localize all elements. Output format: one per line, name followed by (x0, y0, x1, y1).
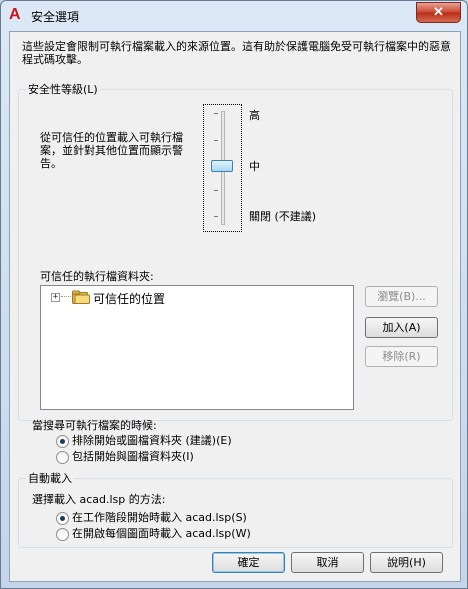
autoload-group-label: 自動載入 (26, 472, 74, 485)
description-text: 這些設定會限制可執行檔案載入的來源位置。這有助於保護電腦免受可執行檔案中的惡意程… (22, 40, 451, 66)
search-label: 當搜尋可執行檔案的時候: (32, 419, 157, 432)
trusted-folders-label: 可信任的執行檔資料夾: (40, 270, 154, 283)
security-level-label: 安全性等級(L) (26, 83, 100, 96)
autocad-icon: A (9, 6, 21, 23)
include-folders-label[interactable]: 包括開始與圖檔資料夾(I) (72, 450, 194, 463)
load-at-session-radio[interactable] (56, 512, 69, 525)
load-each-drawing-radio[interactable] (56, 528, 69, 541)
slider-tick (214, 113, 218, 114)
autoload-label: 選擇載入 acad.lsp 的方法: (32, 493, 166, 506)
add-button[interactable]: 加入(A) (365, 317, 438, 338)
folder-icon (72, 290, 90, 304)
security-explanation: 從可信任的位置載入可執行檔案，並針對其他位置而顯示警告。 (40, 131, 183, 170)
cancel-button[interactable]: 取消 (291, 552, 364, 573)
tree-expand-icon[interactable]: + (51, 293, 60, 302)
remove-button[interactable]: 移除(R) (365, 346, 438, 367)
help-button[interactable]: 說明(H) (370, 552, 443, 573)
slider-tick (214, 216, 218, 217)
trusted-folders-list[interactable]: + 可信任的位置 (40, 285, 354, 410)
ok-button[interactable]: 確定 (212, 552, 285, 573)
exclude-folders-label[interactable]: 排除開始或圖檔資料夾 (建議)(E) (72, 434, 232, 447)
close-button[interactable]: ✕ (416, 2, 461, 23)
security-level-slider[interactable] (203, 104, 242, 232)
level-medium-label: 中 (249, 160, 260, 173)
dialog-window: A 安全選項 ✕ 這些設定會限制可執行檔案載入的來源位置。這有助於保護電腦免受可… (0, 0, 468, 589)
slider-tick (214, 140, 218, 141)
tree-item-trusted-locations[interactable]: 可信任的位置 (93, 290, 165, 307)
slider-thumb[interactable] (211, 160, 233, 172)
include-folders-radio[interactable] (56, 451, 69, 464)
tree-connector (61, 296, 71, 297)
level-off-label: 關閉 (不建議) (249, 210, 317, 223)
level-high-label: 高 (249, 109, 260, 122)
browse-button[interactable]: 瀏覽(B)... (365, 286, 438, 307)
exclude-folders-radio[interactable] (56, 435, 69, 448)
window-title: 安全選項 (31, 10, 80, 24)
load-each-drawing-label[interactable]: 在開啟每個圖面時載入 acad.lsp(W) (72, 527, 251, 540)
slider-tick (214, 190, 218, 191)
load-at-session-label[interactable]: 在工作階段開始時載入 acad.lsp(S) (72, 511, 247, 524)
dialog-body: 這些設定會限制可執行檔案載入的來源位置。這有助於保護電腦免受可執行檔案中的惡意程… (9, 31, 461, 582)
